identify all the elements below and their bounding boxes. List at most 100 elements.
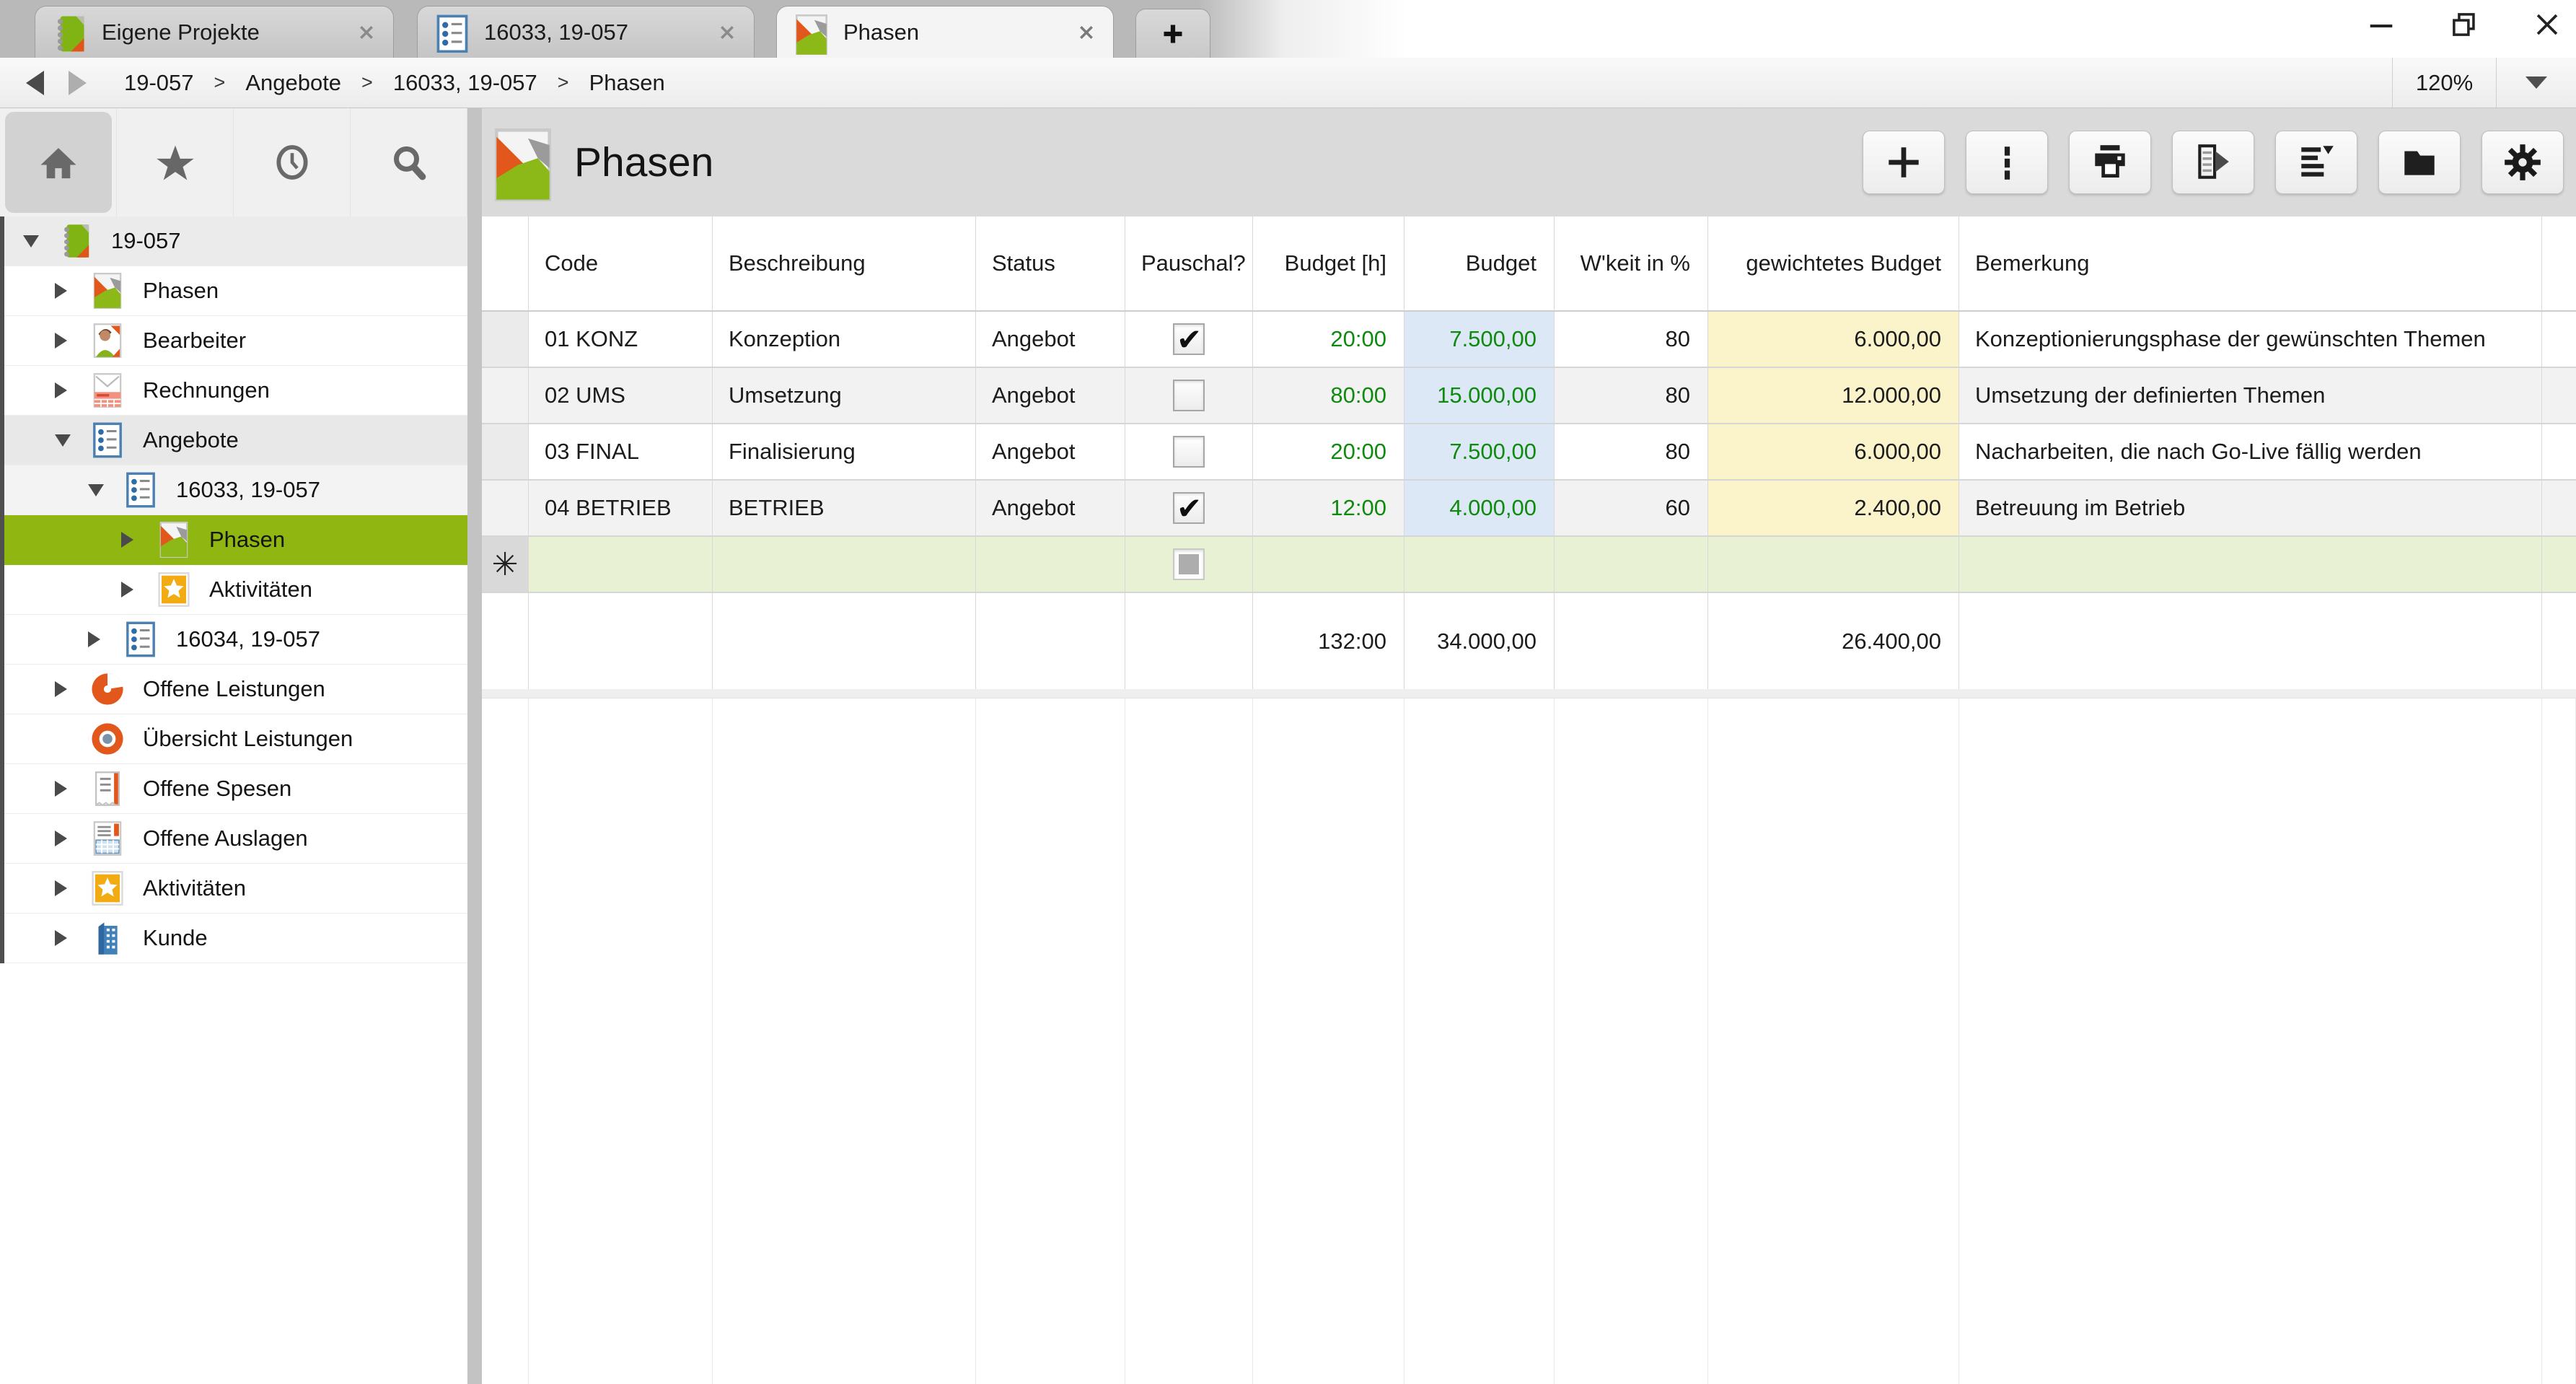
expand-icon[interactable] xyxy=(88,631,113,647)
cell-budget[interactable]: 7.500,00 xyxy=(1405,312,1555,367)
cell-budget[interactable]: 7.500,00 xyxy=(1405,424,1555,479)
cell-budget[interactable]: 15.000,00 xyxy=(1405,368,1555,423)
nav-home-tab[interactable] xyxy=(0,108,117,216)
new-cell-bemerkung[interactable] xyxy=(1959,537,2542,592)
tree-item-aktivitaeten[interactable]: Aktivitäten xyxy=(4,565,467,615)
cell-budget[interactable]: 4.000,00 xyxy=(1405,481,1555,535)
pauschal-checkbox[interactable] xyxy=(1173,436,1205,468)
cell-wkeit[interactable]: 80 xyxy=(1555,312,1708,367)
expand-icon[interactable] xyxy=(55,382,79,398)
zoom-dropdown[interactable] xyxy=(2497,76,2576,89)
minimize-button[interactable] xyxy=(2367,10,2396,39)
cell-beschreibung[interactable]: Umsetzung xyxy=(713,368,976,423)
cell-bemerkung[interactable]: Umsetzung der definierten Themen xyxy=(1959,368,2542,423)
cell-bemerkung[interactable]: Betreuung im Betrieb xyxy=(1959,481,2542,535)
more-actions-button[interactable] xyxy=(1966,131,2048,194)
cell-beschreibung[interactable]: Konzeption xyxy=(713,312,976,367)
pauschal-checkbox[interactable] xyxy=(1173,492,1205,524)
cell-wkeit[interactable]: 60 xyxy=(1555,481,1708,535)
close-button[interactable] xyxy=(2533,10,2562,39)
cell-wkeit[interactable]: 80 xyxy=(1555,424,1708,479)
expand-icon[interactable] xyxy=(55,333,79,349)
tree-item-phasen-selected[interactable]: Phasen xyxy=(4,515,467,565)
column-header-pauschal[interactable]: Pauschal? xyxy=(1125,216,1253,310)
cell-code[interactable]: 04 BETRIEB xyxy=(529,481,713,535)
collapse-icon[interactable] xyxy=(55,434,79,447)
new-cell-budget-h[interactable] xyxy=(1253,537,1405,592)
expand-icon[interactable] xyxy=(121,582,146,597)
zoom-level-value[interactable]: 120% xyxy=(2393,70,2496,96)
tab-16033-19-057[interactable]: 16033, 19-057 xyxy=(417,6,755,58)
nav-search-tab[interactable] xyxy=(351,108,467,216)
tree-item-bearbeiter[interactable]: Bearbeiter xyxy=(4,316,467,366)
column-header-budget[interactable]: Budget xyxy=(1405,216,1555,310)
cell-code[interactable]: 03 FINAL xyxy=(529,424,713,479)
column-header-code[interactable]: Code xyxy=(529,216,713,310)
tree-item-offene-leistungen[interactable]: Offene Leistungen xyxy=(4,665,467,714)
new-cell-budget[interactable] xyxy=(1405,537,1555,592)
add-button[interactable] xyxy=(1863,131,1945,194)
new-cell-wkeit[interactable] xyxy=(1555,537,1708,592)
tree-item-offene-auslagen[interactable]: Offene Auslagen xyxy=(4,814,467,864)
nav-history-tab[interactable] xyxy=(234,108,351,216)
tree-item-phasen[interactable]: Phasen xyxy=(4,266,467,316)
cell-gewichtetes-budget[interactable]: 6.000,00 xyxy=(1708,424,1959,479)
close-tab-icon[interactable] xyxy=(719,25,735,40)
breadcrumb-item[interactable]: 19-057 xyxy=(124,70,194,96)
cell-status[interactable]: Angebot xyxy=(976,424,1125,479)
tree-item-aktivitaeten-2[interactable]: Aktivitäten xyxy=(4,864,467,914)
pauschal-checkbox[interactable] xyxy=(1173,380,1205,411)
settings-button[interactable] xyxy=(2482,131,2564,194)
pauschal-checkbox-disabled[interactable] xyxy=(1173,548,1205,580)
expand-icon[interactable] xyxy=(55,880,79,896)
row-header-cell[interactable] xyxy=(482,481,529,535)
column-header-bemerkung[interactable]: Bemerkung xyxy=(1959,216,2542,310)
close-tab-icon[interactable] xyxy=(1078,25,1094,40)
column-header-beschreibung[interactable]: Beschreibung xyxy=(713,216,976,310)
cell-gewichtetes-budget[interactable]: 2.400,00 xyxy=(1708,481,1959,535)
expand-icon[interactable] xyxy=(121,532,146,548)
tree-item-16033[interactable]: 16033, 19-057 xyxy=(4,465,467,515)
cell-wkeit[interactable]: 80 xyxy=(1555,368,1708,423)
cell-gewichtetes-budget[interactable]: 12.000,00 xyxy=(1708,368,1959,423)
cell-budget-h[interactable]: 12:00 xyxy=(1253,481,1405,535)
export-button[interactable] xyxy=(2172,131,2254,194)
sidebar-splitter[interactable] xyxy=(467,108,482,1384)
column-header-status[interactable]: Status xyxy=(976,216,1125,310)
new-cell-code[interactable] xyxy=(529,537,713,592)
cell-status[interactable]: Angebot xyxy=(976,368,1125,423)
cell-status[interactable]: Angebot xyxy=(976,312,1125,367)
pauschal-checkbox[interactable] xyxy=(1173,323,1205,355)
cell-code[interactable]: 01 KONZ xyxy=(529,312,713,367)
cell-bemerkung[interactable]: Konzeptionierungsphase der gewünschten T… xyxy=(1959,312,2542,367)
cell-code[interactable]: 02 UMS xyxy=(529,368,713,423)
tree-item-uebersicht-leistungen[interactable]: Übersicht Leistungen xyxy=(4,714,467,764)
table-row[interactable]: 01 KONZ Konzeption Angebot 20:00 7.500,0… xyxy=(482,312,2576,368)
tree-item-16034[interactable]: 16034, 19-057 xyxy=(4,615,467,665)
folder-button[interactable] xyxy=(2378,131,2461,194)
nav-favorites-tab[interactable] xyxy=(117,108,234,216)
expand-icon[interactable] xyxy=(55,681,79,697)
cell-gewichtetes-budget[interactable]: 6.000,00 xyxy=(1708,312,1959,367)
new-cell-gewichtetes-budget[interactable] xyxy=(1708,537,1959,592)
new-row-marker[interactable]: ✳ xyxy=(482,537,529,592)
expand-icon[interactable] xyxy=(55,781,79,797)
column-header-gewichtetes-budget[interactable]: gewichtetes Budget xyxy=(1708,216,1959,310)
sort-filter-button[interactable] xyxy=(2275,131,2357,194)
collapse-icon[interactable] xyxy=(23,235,48,248)
column-header-wkeit[interactable]: W'keit in % xyxy=(1555,216,1708,310)
restore-button[interactable] xyxy=(2450,10,2479,39)
close-tab-icon[interactable] xyxy=(359,25,374,40)
breadcrumb-item[interactable]: Angebote xyxy=(245,70,341,96)
forward-icon[interactable] xyxy=(69,71,87,95)
new-tab-button[interactable] xyxy=(1135,9,1210,58)
collapse-icon[interactable] xyxy=(88,484,113,496)
print-button[interactable] xyxy=(2069,131,2151,194)
tree-item-rechnungen[interactable]: Rechnungen xyxy=(4,366,467,416)
cell-status[interactable]: Angebot xyxy=(976,481,1125,535)
cell-beschreibung[interactable]: Finalisierung xyxy=(713,424,976,479)
back-icon[interactable] xyxy=(26,71,44,95)
tree-item-offene-spesen[interactable]: Offene Spesen xyxy=(4,764,467,814)
new-cell-status[interactable] xyxy=(976,537,1125,592)
column-header-budget-h[interactable]: Budget [h] xyxy=(1253,216,1405,310)
